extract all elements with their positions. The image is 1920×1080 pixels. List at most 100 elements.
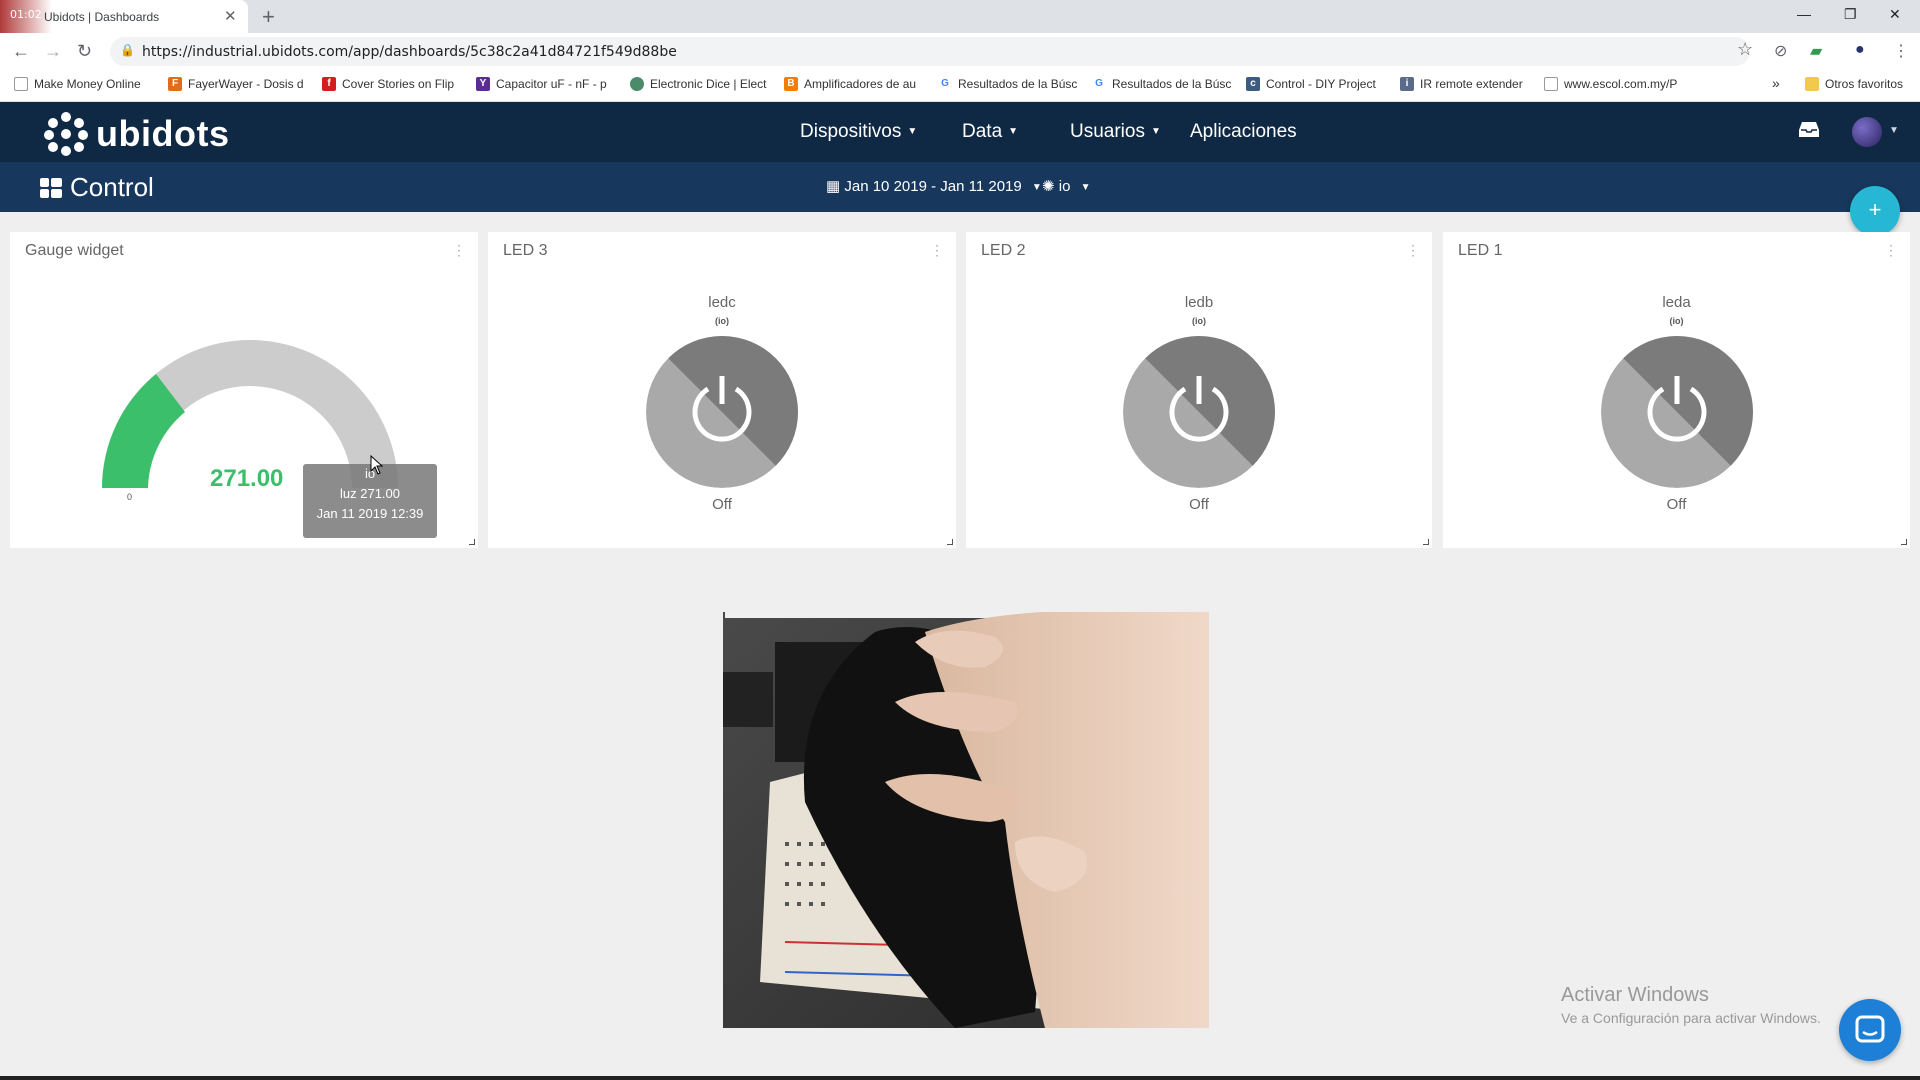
bookmark-star-icon[interactable]: ☆	[1737, 39, 1753, 60]
camera-video-overlay	[715, 612, 1209, 1028]
bookmark-item[interactable]: B Amplificadores de au	[784, 77, 916, 91]
profile-icon[interactable]: ●	[1855, 41, 1865, 59]
back-icon[interactable]: ←	[12, 41, 30, 62]
browser-tab[interactable]: 01:02 Ubidots | Dashboards ✕	[0, 0, 248, 33]
nav-usuarios[interactable]: Usuarios ▼	[1070, 121, 1161, 143]
device-label: (io)	[1192, 316, 1206, 326]
power-switch[interactable]	[1600, 336, 1753, 488]
inbox-icon[interactable]	[1799, 120, 1819, 144]
switch-state: Off	[712, 496, 732, 513]
app-header: ubidots Dispositivos ▼ Data ▼ Usuarios ▼ Ap…	[0, 102, 1920, 162]
bookmarks-overflow-button[interactable]: »	[1772, 75, 1780, 91]
tab-title: Ubidots | Dashboards	[44, 10, 160, 24]
other-bookmarks-folder[interactable]: Otros favoritos	[1805, 77, 1903, 91]
bookmark-label: Electronic Dice | Elect	[650, 77, 767, 91]
caret-down-icon: ▼	[1080, 181, 1091, 193]
dashboard-title[interactable]: Control	[70, 172, 154, 203]
taskbar-edge	[0, 1076, 1920, 1080]
watermark-title: Activar Windows	[1561, 984, 1709, 1006]
bookmark-item[interactable]: G Resultados de la Búsc	[938, 77, 1077, 91]
new-tab-icon[interactable]: +	[262, 4, 275, 30]
window-close-icon[interactable]: ✕	[1889, 6, 1901, 23]
user-avatar[interactable]	[1852, 117, 1882, 147]
date-range-picker[interactable]: ▦ Jan 10 2019 - Jan 11 2019 ▼	[826, 177, 1042, 195]
chat-icon	[1855, 1015, 1885, 1043]
address-bar[interactable]: 🔒 https://industrial.ubidots.com/app/das…	[110, 37, 1750, 66]
windows-activation-watermark: Activar Windows Ve a Configuración para …	[1561, 984, 1821, 1026]
tab-close-icon[interactable]: ✕	[224, 7, 237, 25]
bookmark-item[interactable]: G Resultados de la Búsc	[1092, 77, 1231, 91]
widget-menu-icon[interactable]: ⋮	[930, 242, 944, 259]
menu-kebab-icon[interactable]: ⋮	[1893, 41, 1909, 61]
overflow-label: »	[1772, 75, 1780, 91]
folder-icon	[1805, 77, 1819, 91]
bookmark-label: Resultados de la Búsc	[1112, 77, 1232, 91]
dashboard-bar: Control ▦ Jan 10 2019 - Jan 11 2019 ▼ ✺ …	[0, 162, 1920, 212]
bookmark-item[interactable]: Electronic Dice | Elect	[630, 77, 767, 91]
widget-menu-icon[interactable]: ⋮	[452, 242, 466, 259]
cast-extension-icon[interactable]: ▰	[1810, 41, 1822, 61]
variable-label: leda	[1662, 294, 1691, 311]
page-icon	[1544, 77, 1558, 91]
widget-menu-icon[interactable]: ⋮	[1406, 242, 1420, 259]
switch-state: Off	[1666, 496, 1687, 513]
date-range-label: Jan 10 2019 - Jan 11 2019	[844, 178, 1022, 195]
bookmark-label: FayerWayer - Dosis d	[188, 77, 304, 91]
bookmark-label: Cover Stories on Flip	[342, 77, 455, 91]
calendar-icon: ▦	[826, 178, 841, 195]
resize-handle[interactable]	[1423, 539, 1429, 545]
logo-dots-icon	[44, 112, 88, 156]
resize-handle[interactable]	[1901, 539, 1907, 545]
device-label: (io)	[715, 316, 729, 326]
device-selector[interactable]: ✺ io ▼	[1042, 177, 1091, 195]
nav-data[interactable]: Data ▼	[962, 121, 1018, 143]
bookmark-item[interactable]: F FayerWayer - Dosis d	[168, 77, 304, 91]
bookmark-item[interactable]: i IR remote extender	[1400, 77, 1523, 91]
power-switch[interactable]	[646, 336, 798, 488]
bookmark-item[interactable]: f Cover Stories on Flip	[322, 77, 454, 91]
widget-title: Gauge widget	[25, 242, 124, 259]
bookmarks-bar: Make Money Online F FayerWayer - Dosis d …	[0, 70, 1920, 102]
bookmark-item[interactable]: www.escol.com.my/P	[1544, 77, 1677, 91]
diy-icon: c	[1246, 77, 1260, 91]
bookmark-label: Resultados de la Búsc	[958, 77, 1078, 91]
led-widget: LED 3 ⋮ ledc (io) Off	[488, 232, 956, 548]
widget-title: LED 1	[1458, 242, 1503, 259]
bookmark-item[interactable]: Make Money Online	[14, 77, 141, 91]
power-switch[interactable]	[1123, 336, 1275, 488]
nav-label: Aplicaciones	[1190, 121, 1297, 142]
add-widget-button[interactable]: +	[1850, 186, 1900, 236]
google-icon: G	[1092, 77, 1106, 91]
bookmark-label: Amplificadores de au	[804, 77, 917, 91]
bookmark-item[interactable]: Y Capacitor uF - nF - p	[476, 77, 607, 91]
bookmark-item[interactable]: c Control - DIY Project	[1246, 77, 1376, 91]
variable-label: ledc	[708, 294, 736, 311]
watermark-subtitle: Ve a Configuración para activar Windows.	[1561, 1010, 1821, 1026]
nav-dispositivos[interactable]: Dispositivos ▼	[800, 121, 917, 143]
url-text: https://industrial.ubidots.com/app/dashb…	[142, 44, 677, 60]
block-extension-icon[interactable]: ⊘	[1774, 41, 1787, 61]
nav-label: Data	[962, 121, 1003, 142]
widget-menu-icon[interactable]: ⋮	[1884, 242, 1898, 259]
page-icon	[14, 77, 28, 91]
reload-icon[interactable]: ↻	[77, 41, 92, 62]
nav-aplicaciones[interactable]: Aplicaciones	[1190, 121, 1297, 143]
resize-handle[interactable]	[947, 539, 953, 545]
dashboard-grid-icon[interactable]	[40, 178, 62, 198]
caret-down-icon[interactable]: ▼	[1889, 125, 1899, 136]
forward-icon[interactable]: →	[44, 41, 62, 62]
bookmark-label: www.escol.com.my/P	[1564, 77, 1678, 91]
gauge-min-label: 0	[127, 492, 133, 502]
minimize-icon[interactable]: —	[1797, 6, 1811, 22]
flipboard-icon: f	[322, 77, 336, 91]
recording-time: 01:02	[10, 8, 42, 21]
browser-tabstrip: 01:02 Ubidots | Dashboards ✕ + — ❐ ✕	[0, 0, 1920, 33]
chat-button[interactable]	[1839, 999, 1901, 1061]
blogger-icon: B	[784, 77, 798, 91]
bookmark-label: Control - DIY Project	[1266, 77, 1376, 91]
resize-handle[interactable]	[469, 539, 475, 545]
restore-icon[interactable]: ❐	[1844, 6, 1857, 23]
circuit-icon	[630, 77, 644, 91]
google-icon: G	[938, 77, 952, 91]
ubidots-logo[interactable]: ubidots	[44, 112, 229, 156]
